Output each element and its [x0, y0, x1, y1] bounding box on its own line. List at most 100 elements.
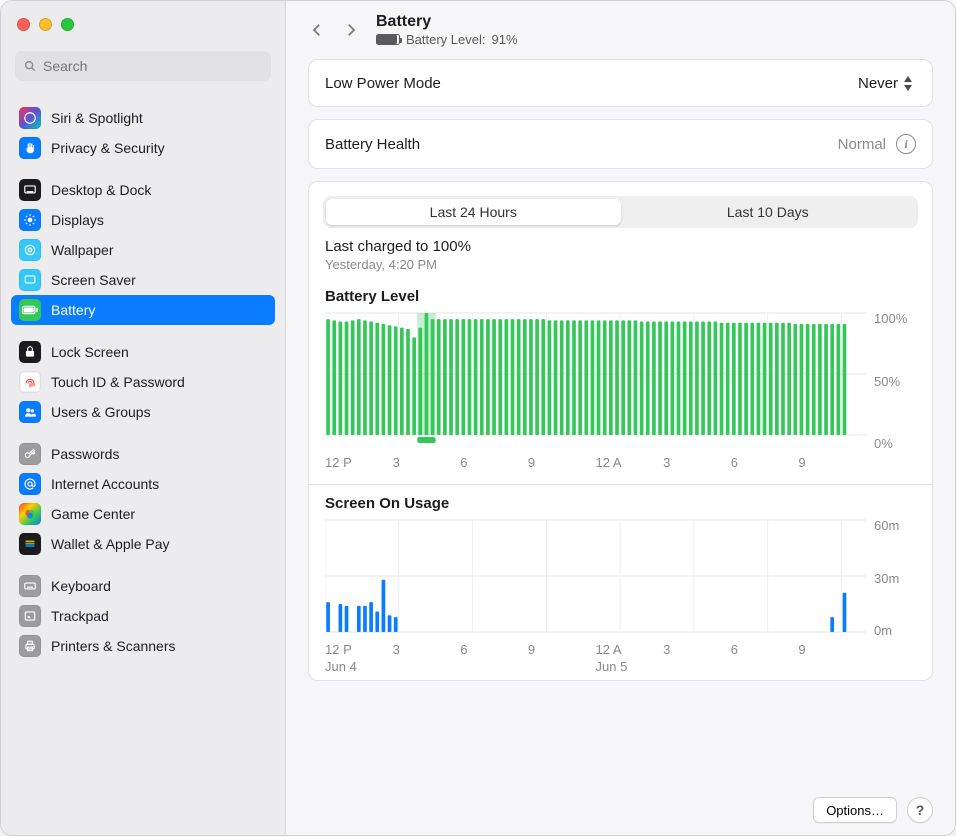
- window-close-button[interactable]: [17, 18, 30, 31]
- sidebar-item-users-groups[interactable]: Users & Groups: [11, 397, 275, 427]
- screensaver-icon: [19, 269, 41, 291]
- sidebar-nav[interactable]: Siri & Spotlight Privacy & Security Deskto…: [1, 91, 285, 835]
- battery-mini-icon: [376, 34, 400, 45]
- nav-back-button[interactable]: [308, 21, 326, 39]
- chevrons-icon: [902, 74, 916, 92]
- search-field-wrap: [1, 47, 285, 91]
- main-header: Battery Battery Level: 91%: [286, 1, 955, 59]
- sidebar-item-touch-id-password[interactable]: Touch ID & Password: [11, 367, 275, 397]
- search-input[interactable]: [43, 58, 263, 74]
- touchid-icon: [19, 371, 41, 393]
- sidebar-item-label: Passwords: [51, 446, 119, 462]
- sidebar-item-label: Battery: [51, 302, 95, 318]
- wallet-icon: [19, 533, 41, 555]
- sidebar-item-label: Game Center: [51, 506, 135, 522]
- at-icon: [19, 473, 41, 495]
- key-icon: [19, 443, 41, 465]
- hand-icon: [19, 137, 41, 159]
- options-button[interactable]: Options…: [813, 797, 897, 823]
- nav-forward-button[interactable]: [342, 21, 360, 39]
- sidebar-item-siri-spotlight[interactable]: Siri & Spotlight: [11, 103, 275, 133]
- sidebar-item-privacy-security[interactable]: Privacy & Security: [11, 133, 275, 163]
- chart-canvas: [325, 311, 866, 451]
- last-charged-title: Last charged to 100%: [325, 238, 916, 255]
- chart-y-labels: 100%50%0%: [866, 311, 916, 451]
- sidebar-item-label: Internet Accounts: [51, 476, 159, 492]
- window-controls: [1, 1, 285, 47]
- chart-x-labels: 12 P36912 A369: [325, 642, 916, 657]
- sidebar-item-game-center[interactable]: Game Center: [11, 499, 275, 529]
- sidebar-item-battery[interactable]: Battery: [11, 295, 275, 325]
- sidebar-item-label: Siri & Spotlight: [51, 110, 143, 126]
- tab-last-24-hours[interactable]: Last 24 Hours: [326, 199, 621, 225]
- sidebar: Siri & Spotlight Privacy & Security Deskto…: [1, 1, 286, 835]
- page-title: Battery: [376, 13, 518, 31]
- chart-day-labels: Jun 4Jun 5: [325, 659, 916, 674]
- sidebar-item-label: Trackpad: [51, 608, 109, 624]
- wallpaper-icon: [19, 239, 41, 261]
- dock-icon: [19, 179, 41, 201]
- low-power-value: Never: [858, 75, 898, 92]
- page-subtitle: Battery Level: 91%: [376, 32, 518, 47]
- battery-health-card: Battery Health Normal i: [308, 119, 933, 169]
- sidebar-item-trackpad[interactable]: Trackpad: [11, 601, 275, 631]
- last-charged-time: Yesterday, 4:20 PM: [325, 257, 916, 272]
- main-pane: Battery Battery Level: 91% Low Power Mod…: [286, 1, 955, 835]
- sidebar-item-wallpaper[interactable]: Wallpaper: [11, 235, 275, 265]
- sidebar-item-wallet-apple-pay[interactable]: Wallet & Apple Pay: [11, 529, 275, 559]
- sidebar-item-screen-saver[interactable]: Screen Saver: [11, 265, 275, 295]
- lock-icon: [19, 341, 41, 363]
- siri-icon: [19, 107, 41, 129]
- sidebar-item-label: Wallet & Apple Pay: [51, 536, 170, 552]
- info-icon-button[interactable]: i: [896, 134, 916, 154]
- chart-x-labels: 12 P36912 A369: [325, 455, 916, 470]
- sidebar-item-label: Screen Saver: [51, 272, 136, 288]
- chart-title: Battery Level: [325, 288, 916, 305]
- search-field[interactable]: [15, 51, 271, 81]
- keyboard-icon: [19, 575, 41, 597]
- sidebar-item-lock-screen[interactable]: Lock Screen: [11, 337, 275, 367]
- trackpad-icon: [19, 605, 41, 627]
- time-range-segmented: Last 24 Hours Last 10 Days: [323, 196, 918, 228]
- battery-level-label: Battery Level:: [406, 32, 486, 47]
- sidebar-item-keyboard[interactable]: Keyboard: [11, 571, 275, 601]
- battery-level-value: 91%: [492, 32, 518, 47]
- printer-icon: [19, 635, 41, 657]
- window-zoom-button[interactable]: [61, 18, 74, 31]
- sidebar-item-internet-accounts[interactable]: Internet Accounts: [11, 469, 275, 499]
- low-power-label: Low Power Mode: [325, 75, 441, 92]
- usage-card: Last 24 Hours Last 10 Days Last charged …: [308, 181, 933, 681]
- battery-health-label: Battery Health: [325, 136, 420, 153]
- help-button[interactable]: ?: [907, 797, 933, 823]
- users-icon: [19, 401, 41, 423]
- battery-health-value: Normal: [838, 136, 886, 153]
- sidebar-item-label: Wallpaper: [51, 242, 114, 258]
- sidebar-item-label: Desktop & Dock: [51, 182, 151, 198]
- chart-screen-on-usage: Screen On Usage 60m30m0m 12 P36912 A369 …: [309, 485, 932, 680]
- window-minimize-button[interactable]: [39, 18, 52, 31]
- tab-last-10-days[interactable]: Last 10 Days: [621, 199, 916, 225]
- chart-title: Screen On Usage: [325, 495, 916, 512]
- chart-battery-level: Battery Level 100%50%0% 12 P36912 A369: [309, 278, 932, 476]
- sidebar-item-displays[interactable]: Displays: [11, 205, 275, 235]
- system-settings-window: Siri & Spotlight Privacy & Security Deskto…: [0, 0, 956, 836]
- sidebar-item-label: Touch ID & Password: [51, 374, 185, 390]
- sidebar-item-printers-scanners[interactable]: Printers & Scanners: [11, 631, 275, 661]
- sidebar-item-label: Lock Screen: [51, 344, 129, 360]
- sidebar-item-desktop-dock[interactable]: Desktop & Dock: [11, 175, 275, 205]
- displays-icon: [19, 209, 41, 231]
- content-scroll[interactable]: Low Power Mode Never Battery Health: [286, 59, 955, 785]
- battery-icon: [19, 299, 41, 321]
- chart-y-labels: 60m30m0m: [866, 518, 916, 638]
- sidebar-item-label: Displays: [51, 212, 104, 228]
- sidebar-item-label: Privacy & Security: [51, 140, 165, 156]
- footer: Options… ?: [286, 785, 955, 835]
- search-icon: [23, 59, 37, 73]
- low-power-card: Low Power Mode Never: [308, 59, 933, 107]
- gamecenter-icon: [19, 503, 41, 525]
- low-power-select[interactable]: Never: [858, 74, 916, 92]
- sidebar-item-passwords[interactable]: Passwords: [11, 439, 275, 469]
- sidebar-item-label: Keyboard: [51, 578, 111, 594]
- sidebar-item-label: Printers & Scanners: [51, 638, 176, 654]
- sidebar-item-label: Users & Groups: [51, 404, 151, 420]
